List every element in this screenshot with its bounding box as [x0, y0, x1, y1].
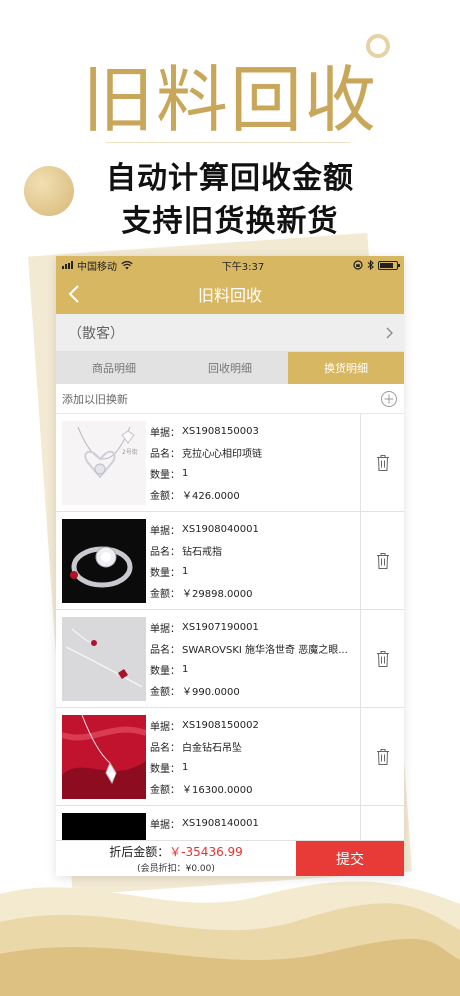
customer-value: （散客）: [68, 325, 124, 342]
tab-recycle-detail[interactable]: 回收明细: [172, 352, 288, 384]
qty-label: 数量：: [150, 764, 180, 775]
product-amount: ￥29898.0000: [182, 589, 253, 600]
orientation-lock-icon: [353, 260, 363, 270]
product-name: SWAROVSKI 施华洛世奇 恶魔之眼...: [182, 645, 348, 656]
list-item[interactable]: 单据： XS1907190001 品名： SWAROVSKI 施华洛世奇 恶魔之眼.…: [56, 610, 404, 708]
total-summary: 折后金额：￥-35436.99 (会员折扣：¥0.00): [56, 841, 296, 876]
checkout-bar: 折后金额：￥-35436.99 (会员折扣：¥0.00) 提交: [56, 840, 404, 876]
chevron-right-icon: [386, 327, 393, 338]
qty-label: 数量：: [150, 470, 180, 481]
order-label: 单据：: [150, 624, 180, 635]
product-qty: 1: [182, 762, 189, 773]
order-number: XS1908040001: [182, 524, 259, 535]
amount-label: 金额：: [150, 589, 180, 600]
order-label: 单据：: [150, 722, 180, 733]
bluetooth-icon: [367, 260, 374, 270]
wifi-icon: [121, 260, 133, 269]
battery-icon: [378, 260, 400, 270]
order-number: XS1908150003: [182, 426, 259, 437]
name-label: 品名：: [150, 743, 180, 754]
amount-label: 金额：: [150, 687, 180, 698]
add-circle-icon[interactable]: [380, 390, 398, 408]
customer-selector[interactable]: （散客）: [56, 314, 404, 352]
list-item[interactable]: 单据： XS1908040001 品名： 钻石戒指 数量： 1 金额： ￥29898.0…: [56, 512, 404, 610]
trash-icon: [376, 552, 389, 569]
nav-bar: 旧料回收: [56, 274, 404, 314]
total-label: 折后金额：: [109, 845, 170, 859]
tab-exchange-detail[interactable]: 换货明细: [288, 352, 404, 384]
product-amount: ￥16300.0000: [182, 785, 253, 796]
product-name: 白金钻石吊坠: [182, 743, 242, 754]
list-item[interactable]: 单据： XS1908150002 品名： 白金钻石吊坠 数量： 1 金额： ￥16300…: [56, 708, 404, 806]
product-name: 克拉心心相印项链: [182, 449, 262, 460]
amount-label: 金额：: [150, 491, 180, 502]
name-label: 品名：: [150, 645, 180, 656]
status-bar: 中国移动 下午3:37: [56, 256, 404, 274]
submit-button[interactable]: 提交: [296, 841, 404, 876]
order-number: XS1907190001: [182, 622, 259, 633]
add-trade-in-row[interactable]: 添加以旧换新: [56, 384, 404, 414]
back-button[interactable]: [60, 274, 88, 314]
order-label: 单据：: [150, 526, 180, 537]
promo-divider: [106, 142, 350, 143]
product-image-bracelet: [62, 617, 146, 701]
trash-icon: [376, 650, 389, 667]
delete-button[interactable]: [360, 610, 404, 707]
product-image-ring: [62, 519, 146, 603]
delete-button[interactable]: [360, 512, 404, 609]
promo-subtitle-1: 自动计算回收金额: [106, 161, 354, 196]
total-amount: ￥-35436.99: [169, 845, 243, 859]
add-trade-in-label: 添加以旧换新: [62, 392, 128, 406]
delete-button[interactable]: [360, 414, 404, 511]
name-label: 品名：: [150, 547, 180, 558]
product-name: 钻石戒指: [182, 547, 222, 558]
product-qty: 1: [182, 566, 189, 577]
tab-bar: 商品明细 回收明细 换货明细: [56, 352, 404, 384]
status-time: 下午3:37: [221, 261, 265, 273]
order-label: 单据：: [150, 820, 180, 831]
member-discount: (会员折扣：¥0.00): [137, 864, 215, 874]
signal-icon: [62, 261, 73, 269]
list-item[interactable]: 2号街 单据： XS1908150003 品名： 克拉心心相印项链 数量： 1 金额：…: [56, 414, 404, 512]
promo-title: 旧料回收: [81, 58, 378, 142]
product-qty: 1: [182, 468, 189, 479]
delete-button[interactable]: [360, 708, 404, 805]
trash-icon: [376, 454, 389, 471]
thumb-brand-text: 2号街: [122, 449, 138, 456]
chevron-left-icon: [68, 285, 79, 303]
qty-label: 数量：: [150, 666, 180, 677]
amount-label: 金额：: [150, 785, 180, 796]
decor-waves: [0, 881, 460, 996]
page-title: 旧料回收: [197, 286, 262, 305]
order-label: 单据：: [150, 428, 180, 439]
product-image-pendant: [62, 715, 146, 799]
qty-label: 数量：: [150, 568, 180, 579]
name-label: 品名：: [150, 449, 180, 460]
trash-icon: [376, 748, 389, 765]
product-image-necklace: 2号街: [62, 421, 146, 505]
order-number: XS1908140001: [182, 818, 259, 829]
order-number: XS1908150002: [182, 720, 259, 731]
product-qty: 1: [182, 664, 189, 675]
carrier-label: 中国移动: [77, 261, 117, 273]
product-amount: ￥990.0000: [182, 687, 240, 698]
tab-product-detail[interactable]: 商品明细: [56, 352, 172, 384]
product-amount: ￥426.0000: [182, 491, 240, 502]
phone-screen: 中国移动 下午3:37 旧料回收 （散客） 商品明细 回收明细 换货明细 添加以…: [56, 256, 404, 876]
promo-subtitle-2: 支持旧货换新货: [121, 204, 339, 239]
